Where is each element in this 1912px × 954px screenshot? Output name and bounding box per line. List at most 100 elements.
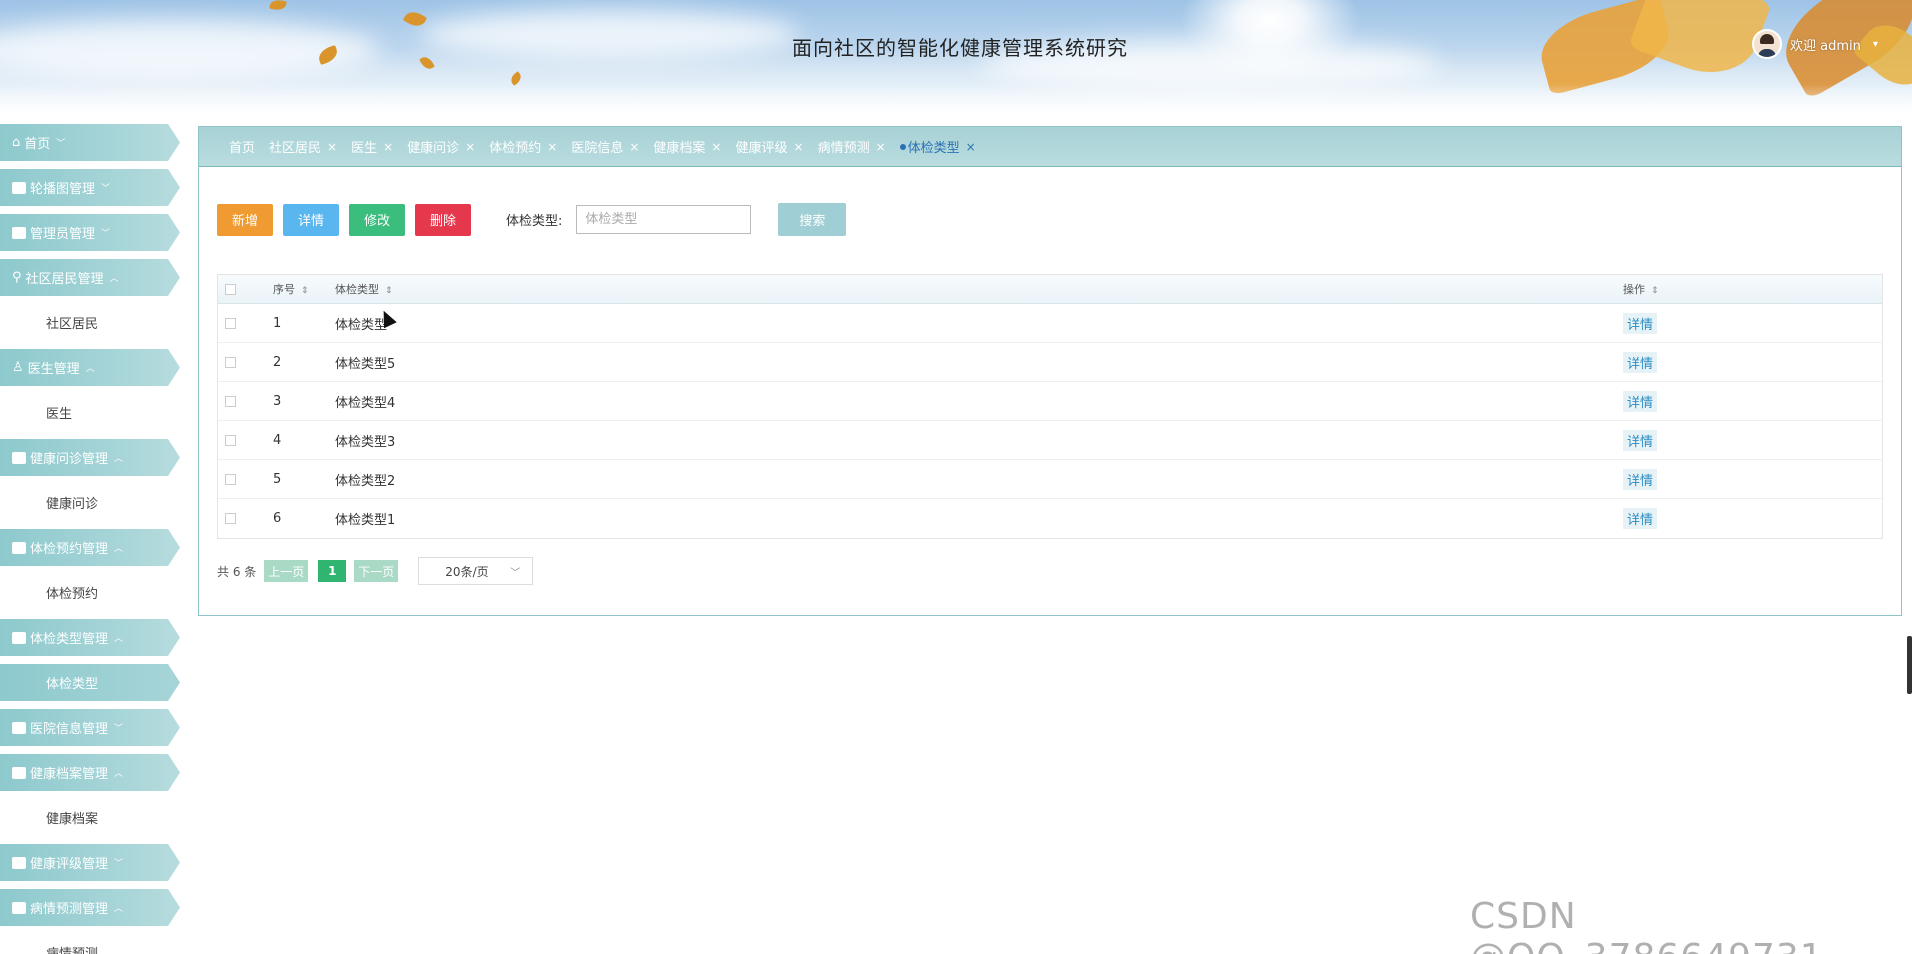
avatar[interactable] — [1752, 29, 1782, 59]
scrollbar-handle[interactable] — [1907, 636, 1912, 694]
table-row[interactable]: 3 体检类型4 详情 — [218, 382, 1882, 421]
row-checkbox[interactable] — [225, 473, 236, 485]
tab-records[interactable]: 健康档案 × — [653, 137, 721, 157]
tab-doctors[interactable]: 医生 × — [351, 137, 393, 157]
sidebar-item-home[interactable]: ⌂ 首页 ﹀ — [0, 124, 180, 161]
row-checkbox[interactable] — [225, 434, 236, 446]
welcome-text[interactable]: 欢迎 admin — [1790, 35, 1861, 54]
close-icon[interactable]: × — [547, 140, 557, 154]
row-detail-link[interactable]: 详情 — [1623, 508, 1658, 529]
table-row[interactable]: 1 体检类型 详情 — [218, 304, 1882, 343]
cell-index: 5 — [273, 471, 282, 487]
toolbar: 新增 详情 修改 删除 体检类型: 搜索 — [217, 203, 847, 236]
sidebar-item-checkup-type[interactable]: 体检类型 — [0, 664, 180, 701]
close-icon[interactable]: × — [966, 140, 976, 154]
row-checkbox[interactable] — [225, 317, 236, 329]
row-checkbox[interactable] — [225, 356, 236, 368]
column-header-op[interactable]: 操作 ⇕ — [1623, 281, 1882, 297]
sort-icon[interactable]: ⇕ — [1651, 286, 1659, 296]
tab-prediction[interactable]: 病情预测 × — [818, 137, 886, 157]
table-row[interactable]: 2 体检类型5 详情 — [218, 343, 1882, 382]
pagination: 共 6 条 上一页 1 下一页 20条/页 ﹀ — [217, 557, 534, 585]
table-row[interactable]: 4 体检类型3 详情 — [218, 421, 1882, 460]
chevron-down-icon: ﹀ — [510, 568, 521, 579]
column-header-type[interactable]: 体检类型 ⇕ — [335, 281, 1623, 297]
tab-hospital[interactable]: 医院信息 × — [571, 137, 639, 157]
row-detail-link[interactable]: 详情 — [1623, 312, 1658, 334]
sidebar-item-label: 体检预约管理 — [30, 542, 109, 557]
main-panel: 首页 社区居民 × 医生 × 健康问诊 × 体检预约 × 医院信息 × 健康档案… — [198, 126, 1902, 616]
close-icon[interactable]: × — [876, 140, 886, 154]
tab-checkup-booking[interactable]: 体检预约 × — [489, 137, 557, 157]
select-all-checkbox[interactable] — [225, 283, 236, 295]
close-icon[interactable]: × — [629, 140, 639, 154]
book-icon — [12, 631, 26, 644]
tab-residents[interactable]: 社区居民 × — [269, 137, 337, 157]
sort-icon[interactable]: ⇕ — [301, 286, 309, 296]
sidebar-item-carousel[interactable]: 轮播图管理 ﹀ — [0, 169, 180, 206]
table-row[interactable]: 5 体检类型2 详情 — [218, 460, 1882, 499]
sidebar-item-consult[interactable]: 健康问诊 — [0, 484, 182, 521]
tab-home[interactable]: 首页 — [229, 137, 255, 156]
page-size-select[interactable]: 20条/页 ﹀ — [418, 557, 534, 585]
row-checkbox[interactable] — [225, 395, 236, 407]
grid-icon — [12, 226, 26, 239]
sidebar-item-prediction[interactable]: 病情预测 — [0, 934, 182, 954]
row-detail-link[interactable]: 详情 — [1623, 468, 1658, 490]
sidebar-item-prediction-mgmt[interactable]: 病情预测管理 ︿ — [0, 889, 180, 926]
chevron-up-icon: ︿ — [114, 634, 124, 644]
edit-button[interactable]: 修改 — [349, 203, 405, 236]
close-icon[interactable]: × — [794, 140, 804, 154]
header-fade — [0, 84, 1912, 118]
prev-page-button[interactable]: 上一页 — [264, 560, 309, 582]
next-page-button[interactable]: 下一页 — [354, 560, 399, 582]
add-button[interactable]: 新增 — [217, 203, 273, 236]
close-icon[interactable]: × — [711, 140, 721, 154]
row-detail-link[interactable]: 详情 — [1623, 390, 1658, 412]
sidebar-item-residents-mgmt[interactable]: ⚲ 社区居民管理 ︿ — [0, 259, 180, 296]
user-menu[interactable]: 欢迎 admin ▾ — [1752, 28, 1878, 60]
cell-index: 2 — [273, 354, 282, 370]
sort-icon[interactable]: ⇕ — [385, 286, 393, 296]
cell-index: 4 — [273, 432, 282, 448]
sidebar-item-hospital-mgmt[interactable]: 医院信息管理 ﹀ — [0, 709, 180, 746]
leaf-icon — [402, 7, 428, 31]
sidebar-item-label: 轮播图管理 — [30, 182, 96, 197]
tab-rating[interactable]: 健康评级 × — [735, 137, 804, 157]
chevron-down-icon: ﹀ — [101, 229, 111, 239]
cell-index: 3 — [273, 393, 282, 409]
sidebar-item-checkup-booking[interactable]: 体检预约 — [0, 574, 182, 611]
search-input[interactable] — [576, 205, 752, 234]
sidebar-item-residents[interactable]: 社区居民 — [0, 304, 182, 341]
tab-checkup-type[interactable]: 体检类型 × — [899, 137, 976, 156]
close-icon[interactable]: × — [465, 140, 475, 154]
sidebar-item-checkup-booking-mgmt[interactable]: 体检预约管理 ︿ — [0, 529, 180, 566]
sidebar-item-doctors[interactable]: 医生 — [0, 394, 182, 431]
table-row[interactable]: 6 体检类型1 详情 — [218, 499, 1882, 538]
cell-type: 体检类型2 — [335, 473, 396, 489]
data-table: 序号 ⇕ 体检类型 ⇕ 操作 ⇕ 1 体检类型 详情 2 体检类型5 详情 3 体检类… — [217, 274, 1883, 539]
sidebar-item-records-mgmt[interactable]: 健康档案管理 ︿ — [0, 754, 180, 791]
row-detail-link[interactable]: 详情 — [1623, 429, 1658, 451]
search-button[interactable]: 搜索 — [778, 203, 847, 236]
detail-button[interactable]: 详情 — [283, 203, 339, 236]
sidebar-item-admins[interactable]: 管理员管理 ﹀ — [0, 214, 180, 251]
chevron-down-icon: ﹀ — [114, 859, 124, 869]
sidebar-item-consult-mgmt[interactable]: 健康问诊管理 ︿ — [0, 439, 180, 476]
sidebar-item-doctors-mgmt[interactable]: ♙ 医生管理 ︿ — [0, 349, 180, 386]
sidebar-item-rating-mgmt[interactable]: 健康评级管理 ﹀ — [0, 844, 180, 881]
tab-consult[interactable]: 健康问诊 × — [407, 137, 475, 157]
column-header-index[interactable]: 序号 ⇕ — [273, 281, 335, 297]
close-icon[interactable]: × — [383, 140, 393, 154]
row-checkbox[interactable] — [225, 513, 236, 524]
chevron-down-icon[interactable]: ▾ — [1873, 39, 1878, 50]
close-icon[interactable]: × — [327, 140, 337, 154]
tab-label: 医院信息 — [571, 141, 624, 156]
sidebar-item-checkup-type-mgmt[interactable]: 体检类型管理 ︿ — [0, 619, 180, 656]
delete-button[interactable]: 删除 — [415, 203, 471, 236]
page-number[interactable]: 1 — [318, 560, 347, 582]
sidebar-item-records[interactable]: 健康档案 — [0, 799, 182, 836]
row-detail-link[interactable]: 详情 — [1623, 351, 1658, 373]
sidebar: ⌂ 首页 ﹀ 轮播图管理 ﹀ 管理员管理 ﹀ ⚲ 社区居民管理 ︿ 社区居民 ♙… — [0, 124, 182, 954]
watermark: CSDN @QQ_3786649731 — [1470, 896, 1823, 954]
